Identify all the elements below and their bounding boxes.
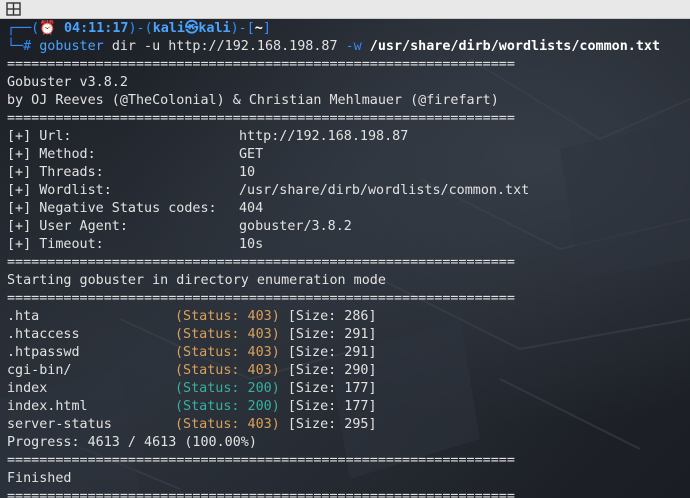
gobuster-authors: by OJ Reeves (@TheColonial) & Christian … [7,93,499,108]
result-row: index (Status: 200) [Size: 177] [7,380,660,398]
result-status: (Status: 403) [175,345,280,360]
config-value: /usr/share/dirb/wordlists/common.txt [239,183,530,198]
prompt-time: 04:11:17 [64,21,129,36]
config-key: [+] User Agent: [7,219,128,234]
result-size: [Size: 295] [287,417,377,432]
result-row: .htaccess (Status: 403) [Size: 291] [7,326,660,344]
prompt-mid: )-( [128,21,153,36]
config-key: [+] Wordlist: [7,183,112,198]
config-value: 10 [239,165,256,180]
config-row: [+] Method: GET [7,146,660,164]
prompt-dir: ~ [254,21,263,36]
config-key: [+] Method: [7,147,96,162]
result-row: index.html (Status: 200) [Size: 177] [7,398,660,416]
result-path: .htaccess [7,327,80,342]
config-key: [+] Negative Status codes: [7,201,217,216]
mode-text: Starting gobuster in directory enumerati… [7,273,386,288]
config-value: 404 [239,201,264,216]
config-value: http://192.168.198.87 [239,129,409,144]
result-size: [Size: 286] [287,309,377,324]
separator: ========================================… [7,255,515,270]
result-path: server-status [7,417,112,432]
result-row: cgi-bin/ (Status: 403) [Size: 290] [7,362,660,380]
config-key: [+] Threads: [7,165,104,180]
command-name: gobuster [39,39,104,54]
config-list: [+] Url: http://192.168.198.87 [+] Method:… [7,128,660,254]
result-status: (Status: 403) [175,309,280,324]
config-value: gobuster/3.8.2 [239,219,352,234]
result-path: .htpasswd [7,345,80,360]
result-row: .hta (Status: 403) [Size: 286] [7,308,660,326]
result-row: server-status (Status: 403) [Size: 295] [7,416,660,434]
command-wordlist: /usr/share/dirb/wordlists/common.txt [369,39,661,54]
config-row: [+] Url: http://192.168.198.87 [7,128,660,146]
config-key: [+] Timeout: [7,237,104,252]
prompt-open: ┌──( [7,21,40,36]
result-status: (Status: 200) [175,381,280,396]
result-path: index [7,381,48,396]
result-status: (Status: 200) [175,399,280,414]
prompt-at-symbol: ㉿ [184,21,199,36]
config-value: 10s [239,237,264,252]
command-args: dir -u http://192.168.198.87 [111,39,338,54]
prompt-hash: └─# [7,39,32,54]
terminal-window[interactable]: ┌──(⏰ 04:11:17)-(kali㉿kali)-[~] └─# gobu… [0,19,690,498]
config-row: [+] Threads: 10 [7,164,660,182]
top-toolbar [0,0,690,19]
prompt-end: ] [262,21,271,36]
window-layout-icon[interactable] [6,2,22,17]
result-status: (Status: 403) [175,363,280,378]
separator: ========================================… [7,489,515,498]
progress-line: Progress: 4613 / 4613 (100.00%) [7,435,257,450]
result-status: (Status: 403) [175,327,280,342]
result-size: [Size: 291] [287,327,377,342]
config-key: [+] Url: [7,129,72,144]
result-row: .htpasswd (Status: 403) [Size: 291] [7,344,660,362]
finished-line: Finished [7,471,72,486]
result-size: [Size: 291] [287,345,377,360]
prompt-close: )-[ [230,21,255,36]
gobuster-version: Gobuster v3.8.2 [7,75,128,90]
command-flag-w: -w [345,39,362,54]
config-row: [+] User Agent: gobuster/3.8.2 [7,218,660,236]
terminal-output: ┌──(⏰ 04:11:17)-(kali㉿kali)-[~] └─# gobu… [7,20,660,498]
separator: ========================================… [7,57,515,72]
prompt-line-2[interactable]: └─# gobuster dir -u http://192.168.198.8… [7,38,660,56]
separator: ========================================… [7,111,515,126]
separator: ========================================… [7,291,515,306]
config-row: [+] Timeout: 10s [7,236,660,254]
prompt-user: kali [152,21,185,36]
result-path: index.html [7,399,88,414]
result-path: cgi-bin/ [7,363,72,378]
result-size: [Size: 177] [287,399,377,414]
prompt-host: kali [198,21,231,36]
alarm-clock-icon: ⏰ [39,21,56,36]
config-value: GET [239,147,264,162]
config-row: [+] Wordlist: /usr/share/dirb/wordlists/c… [7,182,660,200]
results-list: .hta (Status: 403) [Size: 286] .htaccess (S… [7,308,660,434]
result-status: (Status: 403) [175,417,280,432]
result-size: [Size: 290] [287,363,377,378]
separator: ========================================… [7,453,515,468]
result-path: .hta [7,309,40,324]
prompt-line-1: ┌──(⏰ 04:11:17)-(kali㉿kali)-[~] [7,20,660,38]
config-row: [+] Negative Status codes: 404 [7,200,660,218]
result-size: [Size: 177] [287,381,377,396]
